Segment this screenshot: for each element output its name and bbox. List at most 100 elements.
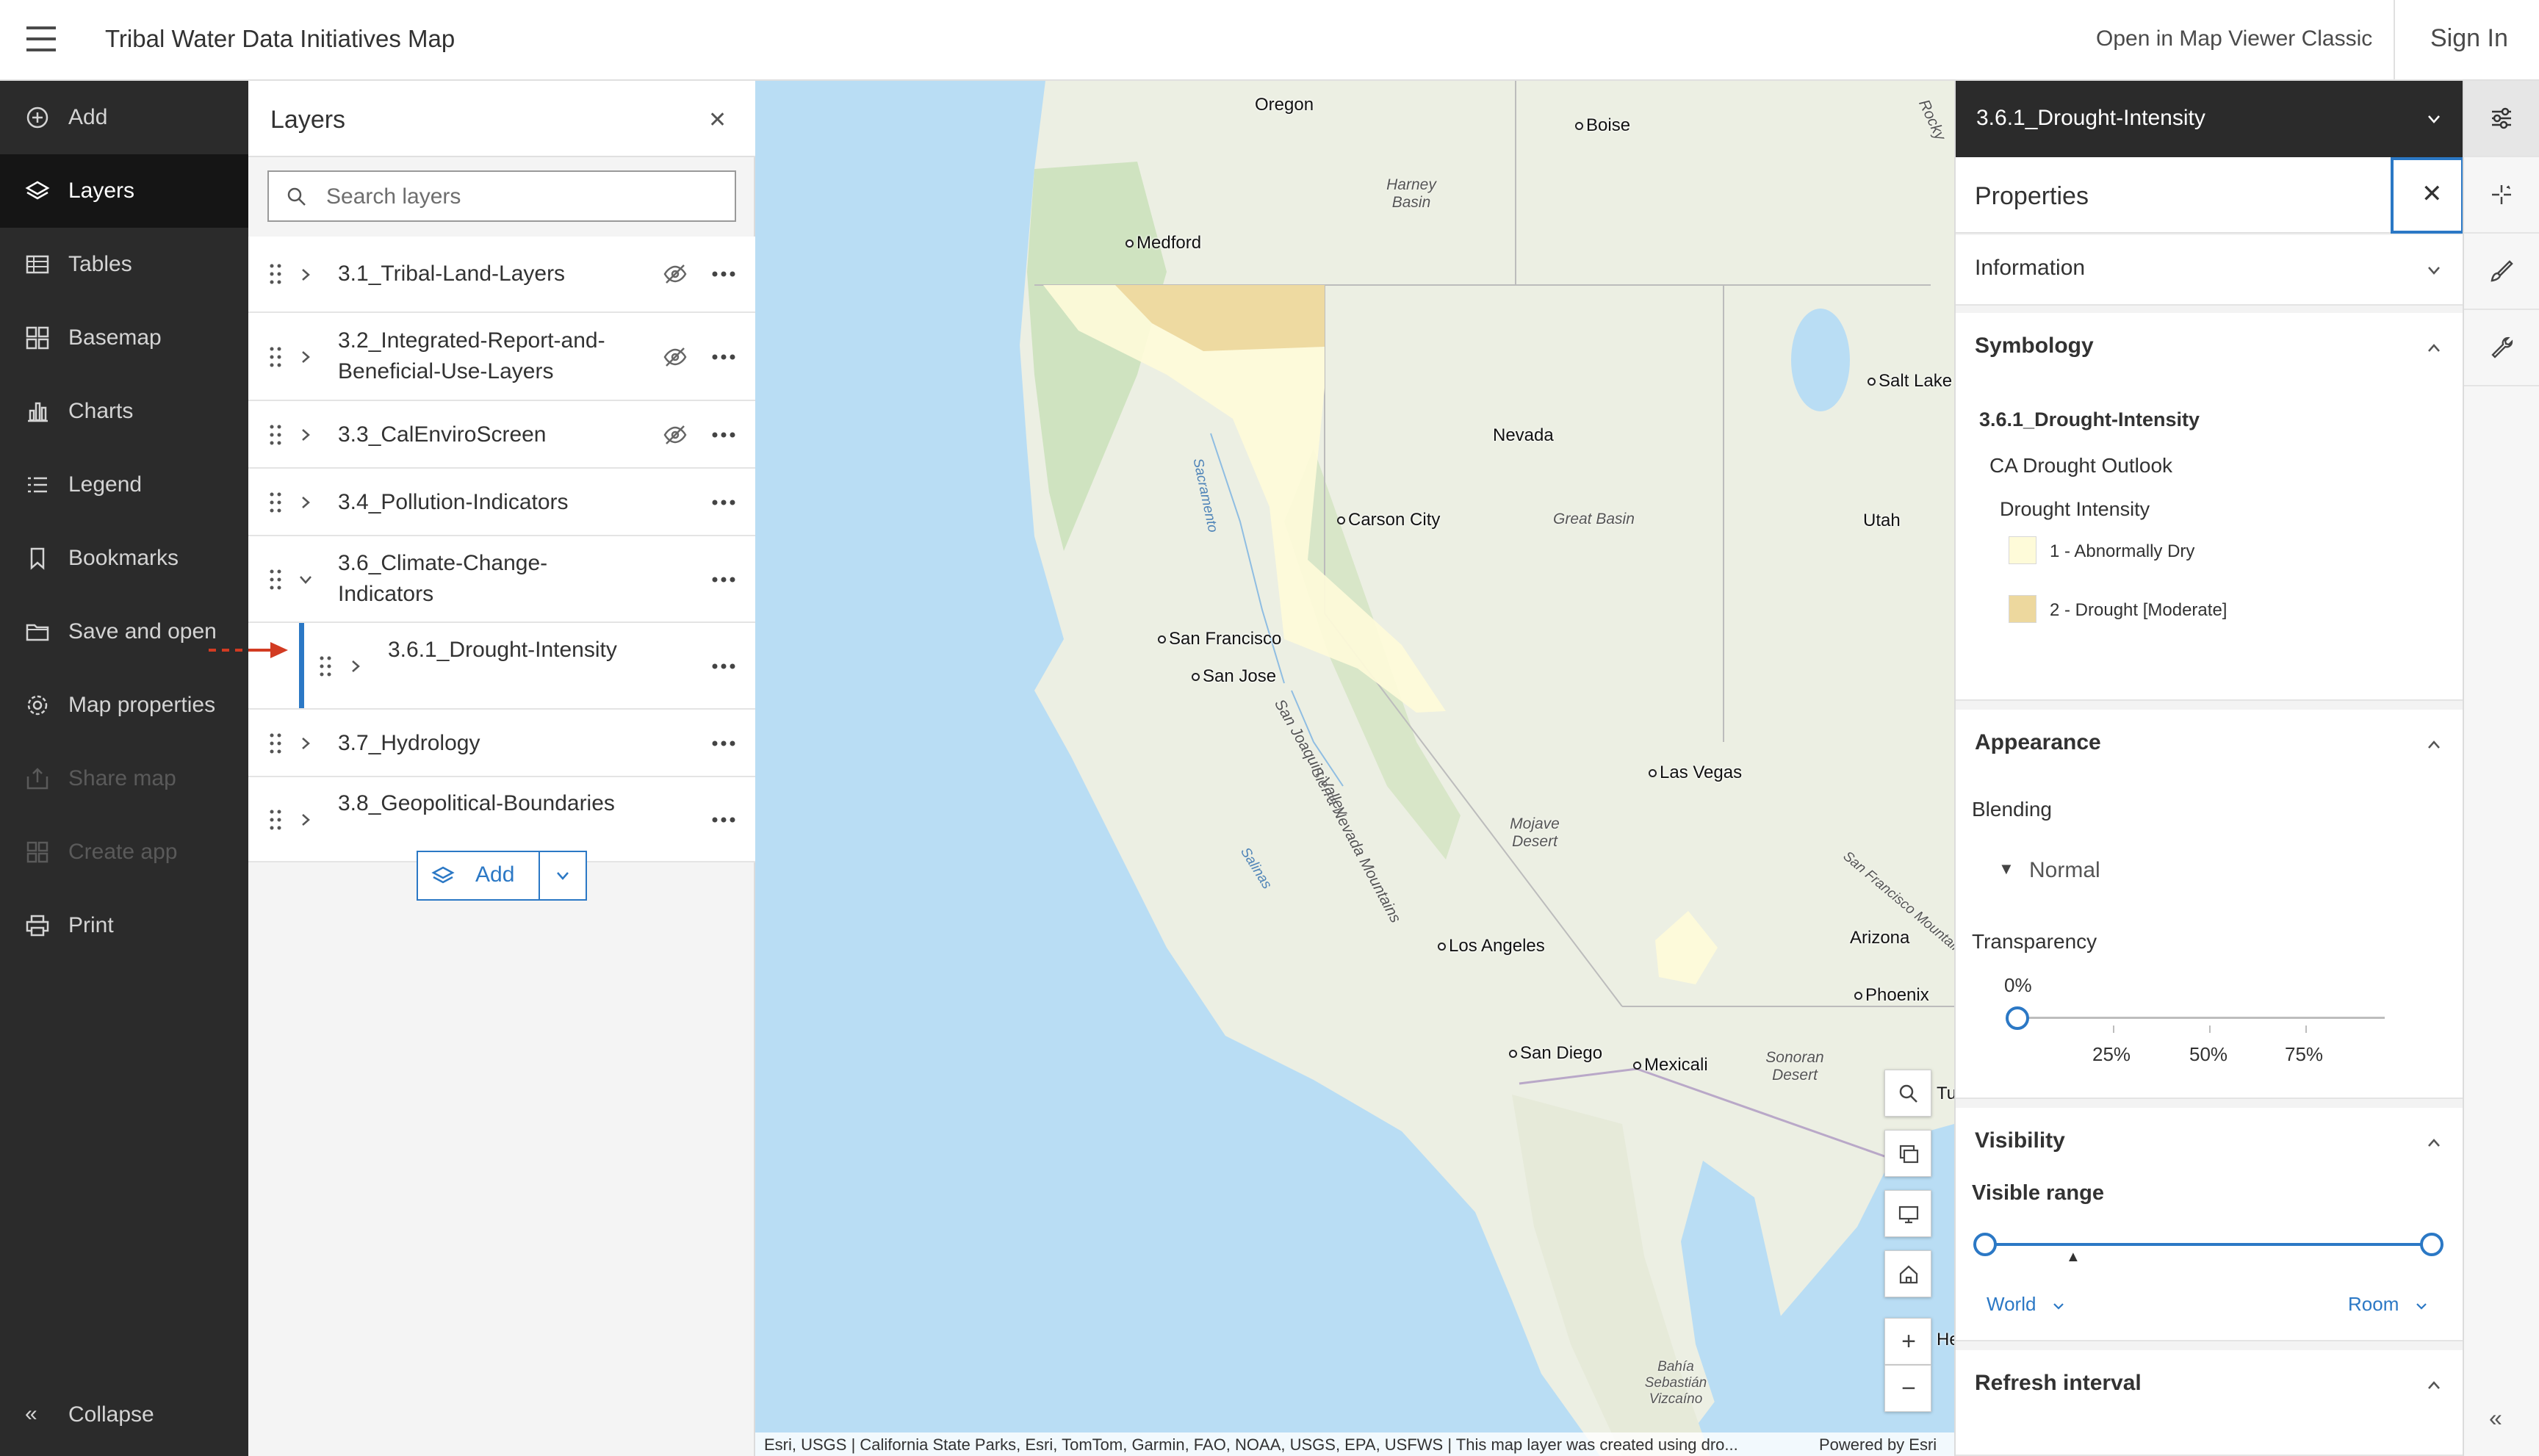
visibility-off-icon[interactable] [663, 263, 688, 285]
more-options-icon[interactable] [711, 431, 736, 439]
drag-handle-icon[interactable] [269, 424, 282, 446]
nav-layers[interactable]: Layers [0, 154, 248, 228]
layer-name: 3.6.1_Drought-Intensity [388, 638, 617, 662]
layer-row[interactable]: 3.8_Geopolitical-Boundaries [248, 777, 755, 862]
map-viewer-app: Tribal Water Data Initiatives Map Open i… [0, 0, 2539, 1456]
drag-handle-icon[interactable] [269, 263, 282, 285]
nav-basemap-label: Basemap [68, 325, 162, 350]
visibility-off-icon[interactable] [663, 346, 688, 368]
drag-handle-icon[interactable] [269, 569, 282, 591]
section-title[interactable]: Refresh interval [1975, 1371, 2142, 1396]
nav-charts[interactable]: Charts [0, 375, 248, 448]
gear-icon [27, 695, 48, 716]
chevron-up-icon[interactable] [2426, 342, 2442, 354]
chevron-up-icon[interactable] [2426, 739, 2442, 751]
transparency-slider-track[interactable] [2017, 1017, 2385, 1019]
chevron-right-icon[interactable] [298, 267, 313, 282]
drag-handle-icon[interactable] [269, 346, 282, 368]
layer-name: 3.1_Tribal-Land-Layers [338, 262, 566, 286]
more-options-icon[interactable] [711, 663, 736, 670]
visible-range-label: Visible range [1972, 1181, 2104, 1205]
more-options-icon[interactable] [711, 816, 736, 823]
more-options-icon[interactable] [711, 576, 736, 583]
chevron-up-icon[interactable] [2426, 1137, 2442, 1149]
section-title[interactable]: Appearance [1975, 730, 2101, 755]
drag-handle-icon[interactable] [269, 491, 282, 513]
double-chevron-left-icon[interactable]: « [2489, 1405, 2502, 1432]
layer-row[interactable]: 3.3_CalEnviroScreen [248, 401, 755, 469]
chevron-up-icon[interactable] [2426, 1380, 2442, 1391]
basemap-toggle-button[interactable] [1884, 1130, 1931, 1177]
zoom-in-button[interactable]: + [1884, 1318, 1931, 1365]
layer-selector-dropdown[interactable]: 3.6.1_Drought-Intensity [1956, 81, 2464, 157]
place-label: He [1937, 1330, 1954, 1349]
add-layer-dropdown[interactable] [540, 852, 586, 899]
map-search-button[interactable] [1884, 1070, 1931, 1117]
close-icon[interactable]: ✕ [708, 107, 727, 133]
search-layers-input[interactable] [326, 181, 708, 213]
hamburger-menu-icon[interactable] [26, 26, 56, 51]
layer-row[interactable]: 3.6_Climate-Change-Indicators [248, 536, 755, 623]
layer-row[interactable]: 3.4_Pollution-Indicators [248, 469, 755, 536]
visibility-off-icon[interactable] [663, 424, 688, 446]
chevron-right-icon[interactable] [298, 350, 313, 364]
section-title[interactable]: Symbology [1975, 334, 2094, 358]
information-section[interactable]: Information [1956, 235, 2464, 306]
place-name: Medford [1137, 233, 1202, 253]
more-options-icon[interactable] [711, 740, 736, 747]
nav-legend[interactable]: Legend [0, 448, 248, 522]
chevron-right-icon[interactable] [298, 428, 313, 442]
city-marker [1126, 239, 1134, 248]
place-label: Utah [1863, 511, 1901, 530]
chevron-right-icon[interactable] [348, 659, 363, 674]
visible-range-slider-track[interactable] [1984, 1243, 2430, 1246]
styles-tool-button[interactable] [2464, 234, 2539, 310]
home-button[interactable] [1884, 1250, 1931, 1297]
more-options-icon[interactable] [711, 270, 736, 278]
nav-map-properties[interactable]: Map properties [0, 668, 248, 742]
layer-row[interactable]: 3.1_Tribal-Land-Layers [248, 237, 755, 313]
section-title[interactable]: Visibility [1975, 1128, 2065, 1153]
nav-tables-label: Tables [68, 252, 132, 276]
place-label: Salt Lake C [1868, 371, 1954, 392]
nav-add[interactable]: Add [0, 81, 248, 154]
symbology-section: Symbology 3.6.1_Drought-Intensity CA Dro… [1956, 313, 2464, 701]
open-map-viewer-classic-link[interactable]: Open in Map Viewer Classic [2096, 26, 2372, 51]
nav-tables[interactable]: Tables [0, 228, 248, 301]
collapse-nav-button[interactable]: « Collapse [0, 1378, 248, 1452]
nav-basemap[interactable]: Basemap [0, 301, 248, 375]
transparency-slider-thumb[interactable] [2006, 1006, 2029, 1030]
map-view[interactable]: Oregon Boise Medford Salt Lake C Nevada … [755, 81, 1954, 1456]
close-properties-button[interactable]: ✕ [2391, 157, 2464, 234]
configure-tool-button[interactable] [2464, 310, 2539, 386]
properties-tool-button[interactable] [2464, 81, 2539, 157]
chevron-down-icon[interactable] [298, 572, 313, 587]
visible-range-min-thumb[interactable] [1973, 1233, 1997, 1256]
more-options-icon[interactable] [711, 353, 736, 361]
zoom-out-button[interactable]: − [1884, 1365, 1931, 1412]
more-options-icon[interactable] [711, 499, 736, 506]
visible-range-max-thumb[interactable] [2420, 1233, 2443, 1256]
drag-handle-icon[interactable] [319, 655, 332, 677]
chevron-right-icon[interactable] [298, 812, 313, 827]
layer-row-selected[interactable]: 3.6.1_Drought-Intensity [248, 623, 755, 710]
layer-row[interactable]: 3.7_Hydrology [248, 710, 755, 777]
drag-handle-icon[interactable] [269, 809, 282, 831]
nav-bookmarks[interactable]: Bookmarks [0, 522, 248, 595]
add-layer-button[interactable]: Add [418, 852, 539, 899]
min-scale-dropdown[interactable]: World [1987, 1293, 2065, 1316]
chevron-right-icon[interactable] [298, 736, 313, 751]
fullscreen-button[interactable] [1884, 1190, 1931, 1237]
search-layers-field[interactable] [267, 170, 736, 222]
city-marker [1575, 122, 1583, 131]
layer-row[interactable]: 3.2_Integrated-Report-and-Beneficial-Use… [248, 313, 755, 401]
blending-select[interactable]: ▼ Normal [1998, 854, 2307, 890]
nav-print[interactable]: Print [0, 889, 248, 962]
attribution-text[interactable]: Esri, USGS | California State Parks, Esr… [764, 1435, 1738, 1455]
drag-handle-icon[interactable] [269, 732, 282, 754]
effects-tool-button[interactable] [2464, 157, 2539, 234]
chevron-right-icon[interactable] [298, 495, 313, 510]
powered-by-esri[interactable]: Powered by Esri [1819, 1435, 1937, 1455]
max-scale-dropdown[interactable]: Room [2348, 1293, 2428, 1316]
sign-in-button[interactable]: Sign In [2430, 24, 2508, 53]
